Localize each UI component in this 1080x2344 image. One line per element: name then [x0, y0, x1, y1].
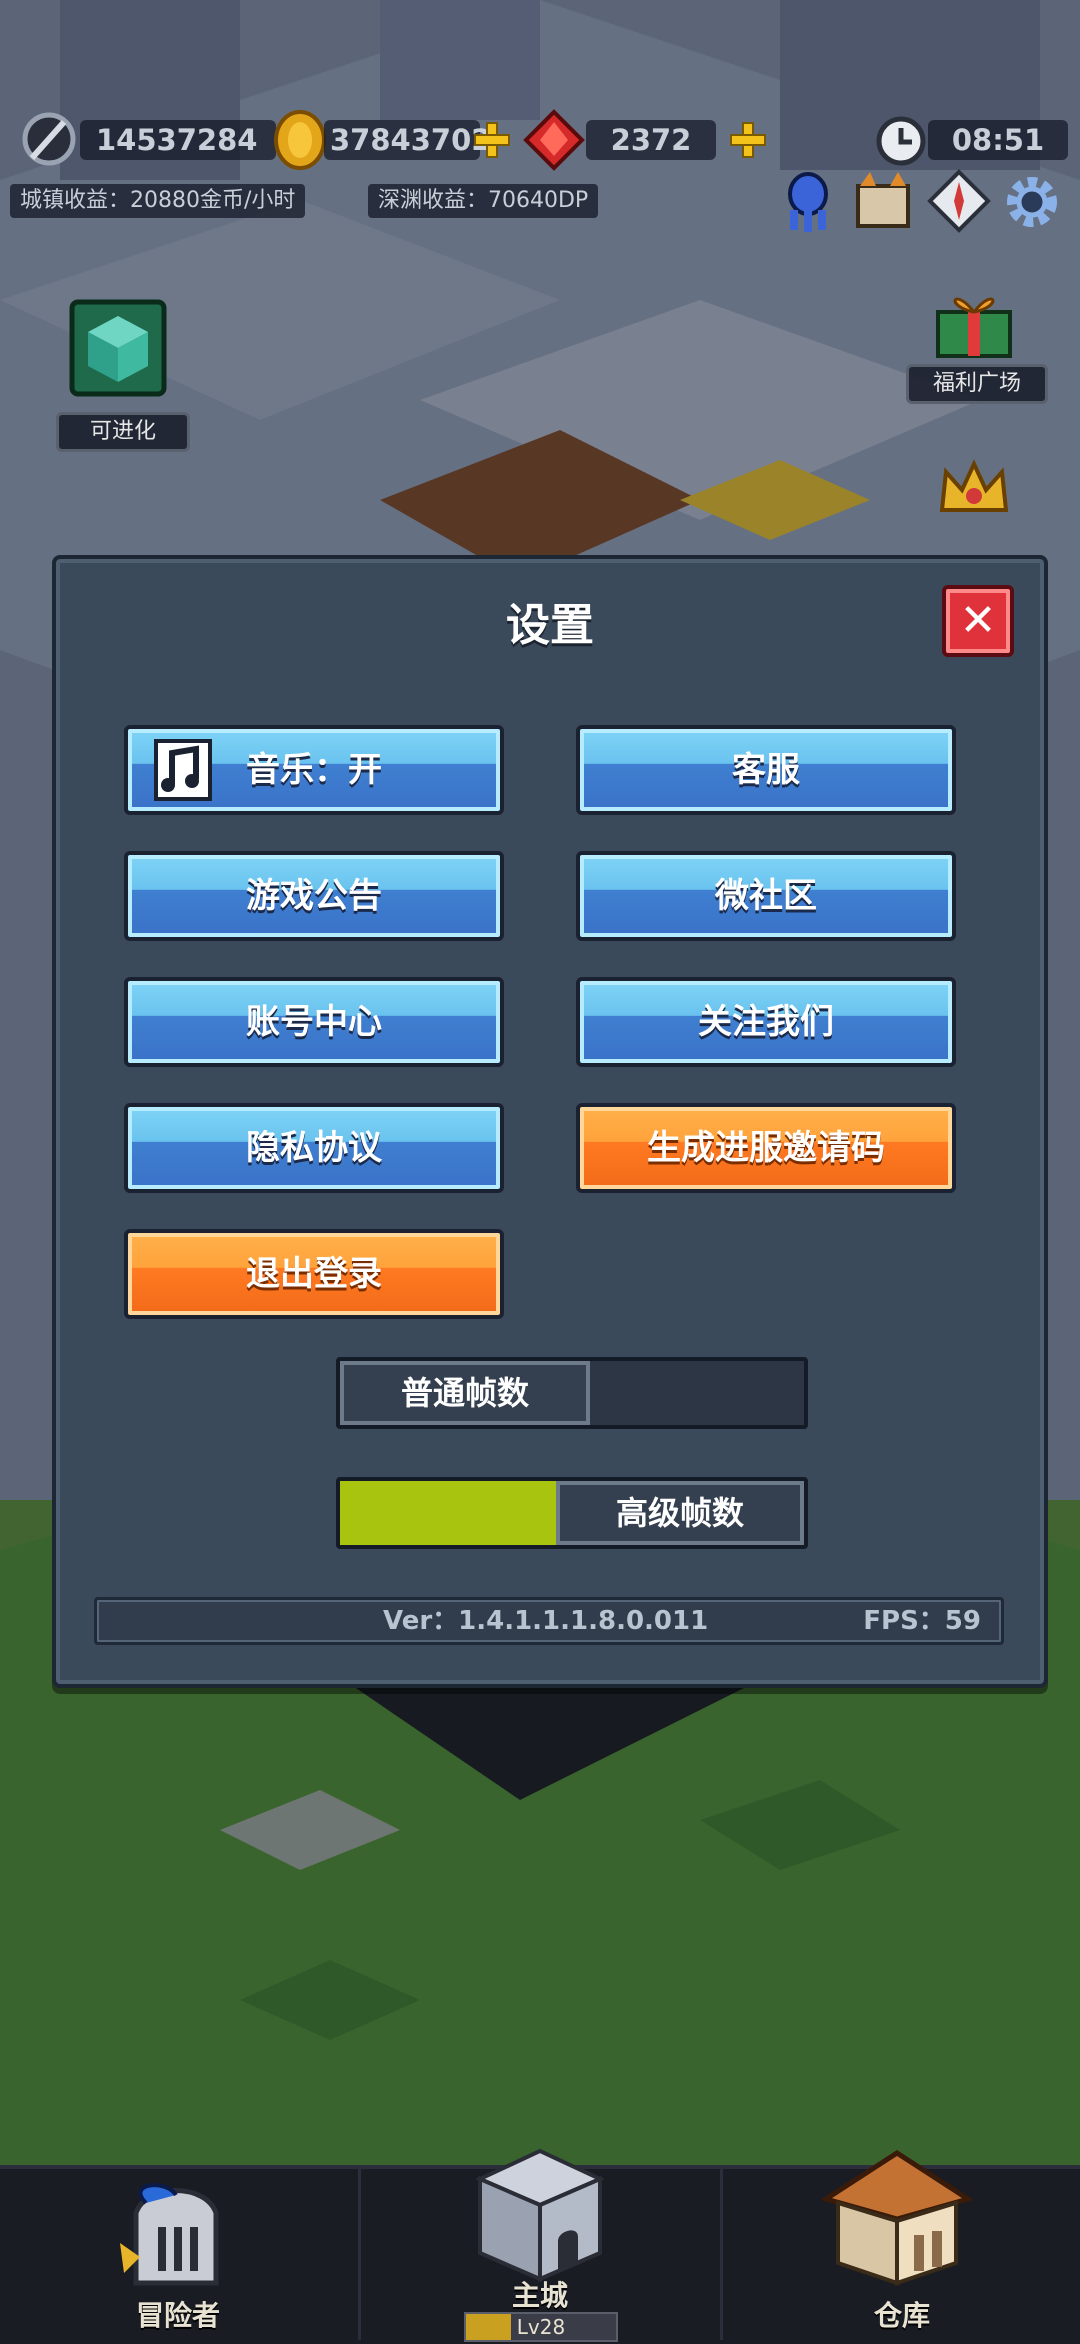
high-fps-label: 高级帧数	[556, 1481, 804, 1545]
recharge-crown-icon[interactable]	[936, 456, 1012, 520]
knight-helmet-icon	[106, 2183, 246, 2293]
music-note-icon	[154, 739, 212, 801]
abyss-income: 深渊收益：70640DP	[368, 184, 599, 218]
nav-main-city-label: 主城	[511, 2279, 568, 2312]
main-city-level-bar: Lv28	[464, 2312, 618, 2342]
dialog-title: 设置	[506, 600, 594, 651]
pet-icon[interactable]	[850, 170, 916, 234]
welfare-gift-icon[interactable]	[924, 282, 1024, 362]
privacy-policy-button[interactable]: 隐私协议	[124, 1103, 504, 1193]
music-label: 音乐：开	[246, 750, 382, 790]
nav-main-city[interactable]: 主城 Lv28	[362, 2148, 718, 2344]
welfare-label[interactable]: 福利广场	[906, 364, 1048, 404]
fps-text: FPS：59	[863, 1606, 981, 1636]
music-toggle-button[interactable]: 音乐：开	[124, 725, 504, 815]
gold-coin-icon	[272, 110, 328, 170]
logout-button[interactable]: 退出登录	[124, 1229, 504, 1319]
community-button[interactable]: 微社区	[576, 851, 956, 941]
clock-icon	[874, 114, 928, 168]
nav-adventurer[interactable]: 冒险者	[0, 2169, 356, 2344]
nav-warehouse-label: 仓库	[873, 2299, 930, 2332]
bottom-nav: 冒险者 主城 Lv28 仓库	[0, 2148, 1080, 2344]
main-city-level: Lv28	[516, 2315, 566, 2339]
game-notice-button[interactable]: 游戏公告	[124, 851, 504, 941]
evolve-cube-icon[interactable]	[62, 292, 174, 404]
follow-us-button[interactable]: 关注我们	[576, 977, 956, 1067]
evolve-label[interactable]: 可进化	[56, 412, 190, 452]
power-icon	[18, 108, 80, 170]
close-button[interactable]: ✕	[942, 585, 1014, 657]
nav-divider-right	[720, 2169, 723, 2340]
castle-tower-icon	[470, 2145, 610, 2285]
settings-dialog: 设置 ✕ 音乐：开 客服 游戏公告 微社区 账号中心 关注我们 隐私协议 生成进…	[52, 555, 1048, 1688]
version-bar: Ver：1.4.1.1.1.8.0.011 FPS：59	[94, 1597, 1004, 1645]
high-fps-toggle[interactable]: 高级帧数	[336, 1477, 808, 1549]
gold-value: 37843702	[324, 120, 491, 160]
version-text: Ver：1.4.1.1.1.8.0.011	[383, 1606, 709, 1636]
close-icon: ✕	[959, 595, 997, 646]
normal-fps-label: 普通帧数	[340, 1361, 590, 1425]
add-gold-button[interactable]	[472, 120, 512, 160]
generate-invite-code-button[interactable]: 生成进服邀请码	[576, 1103, 956, 1193]
settings-gear-icon[interactable]	[1000, 170, 1064, 234]
warehouse-house-icon	[820, 2149, 974, 2289]
compass-icon[interactable]	[926, 168, 992, 234]
time-value: 08:51	[928, 120, 1068, 160]
nav-warehouse[interactable]: 仓库	[724, 2150, 1080, 2344]
nav-adventurer-label: 冒险者	[135, 2299, 220, 2332]
gem-value: 2372	[586, 120, 716, 160]
account-center-button[interactable]: 账号中心	[124, 977, 504, 1067]
squid-icon[interactable]	[778, 170, 838, 234]
customer-service-button[interactable]: 客服	[576, 725, 956, 815]
power-value: 14537284	[80, 120, 276, 160]
gem-icon	[522, 108, 586, 172]
nav-divider-left	[358, 2169, 361, 2340]
top-hud: 14537284 37843702 2372 08:51 城镇收益：20880金…	[0, 100, 1080, 233]
add-gem-button[interactable]	[728, 120, 768, 160]
normal-fps-toggle[interactable]: 普通帧数	[336, 1357, 808, 1429]
town-income: 城镇收益：20880金币/小时	[10, 184, 306, 218]
